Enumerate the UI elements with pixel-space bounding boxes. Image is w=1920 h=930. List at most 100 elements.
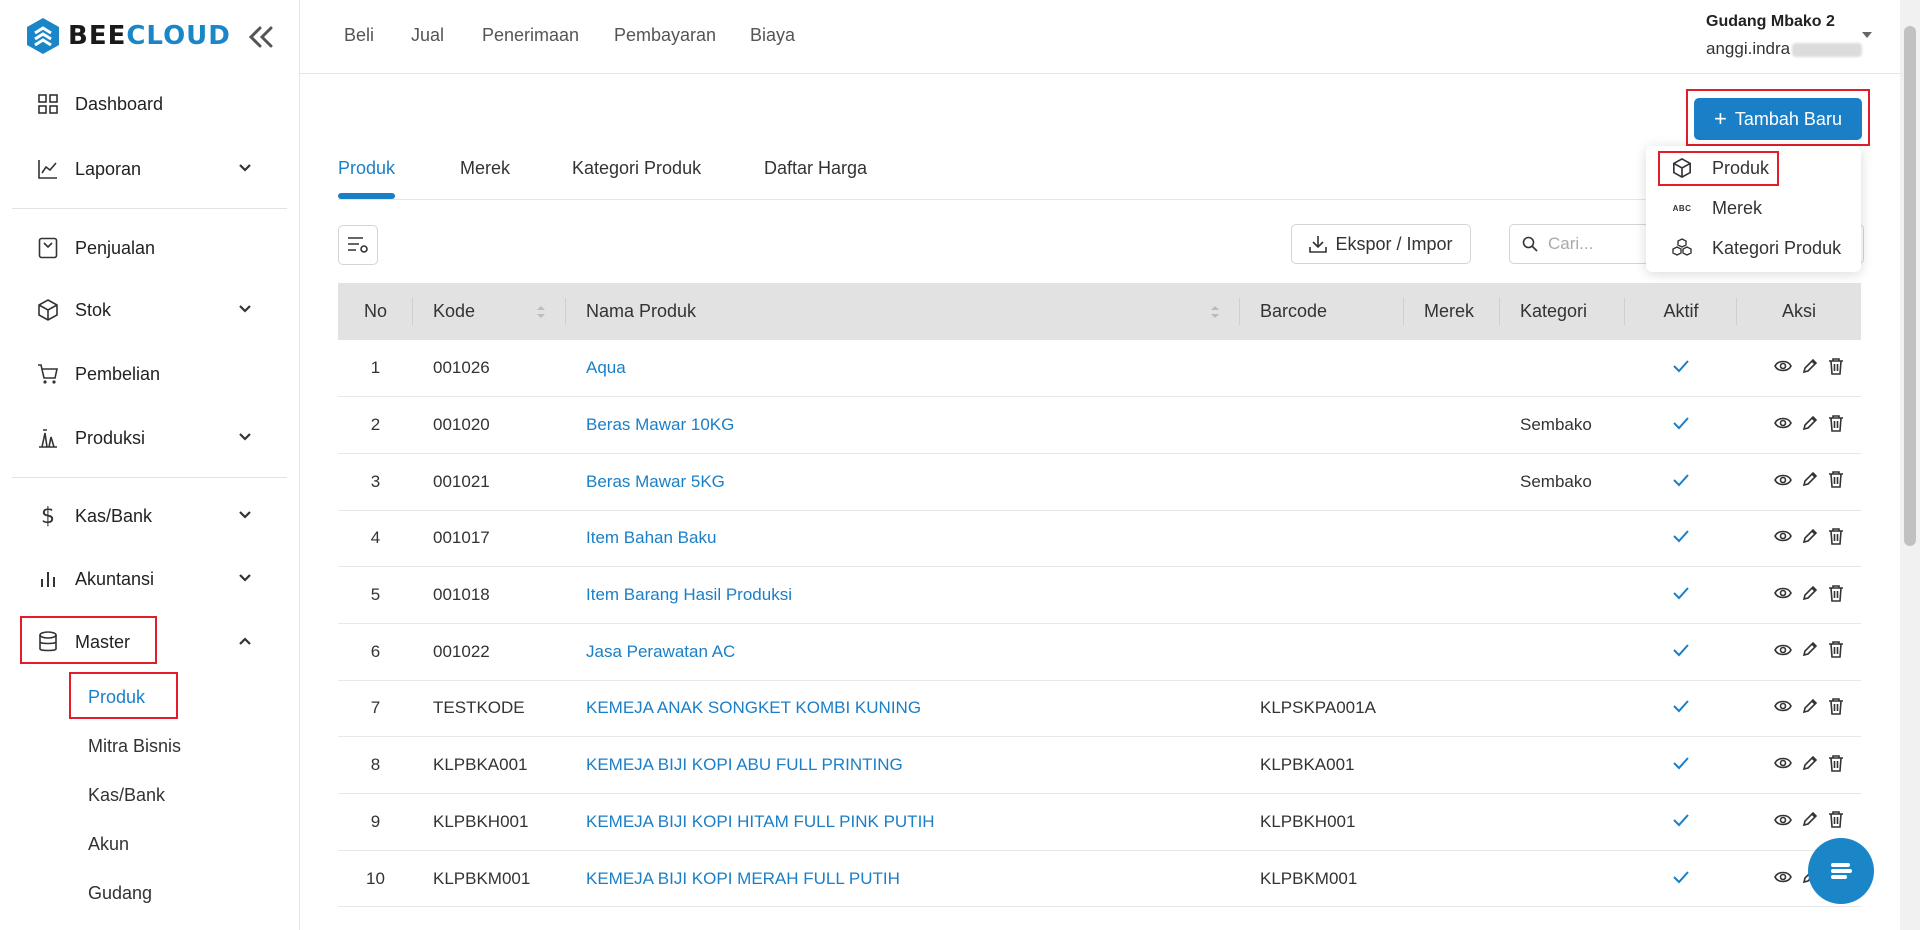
view-icon[interactable] — [1774, 642, 1792, 662]
cell-merek — [1404, 850, 1500, 907]
cell-merek — [1404, 567, 1500, 624]
user-email[interactable]: anggi.indra — [1706, 39, 1863, 59]
tab-daftar-harga[interactable]: Daftar Harga — [764, 158, 867, 179]
view-icon[interactable] — [1774, 698, 1792, 718]
edit-icon[interactable] — [1802, 585, 1818, 606]
chart-line-icon — [36, 157, 60, 181]
delete-icon[interactable] — [1828, 357, 1844, 380]
delete-icon[interactable] — [1828, 754, 1844, 777]
active-tab-indicator — [338, 193, 395, 199]
check-icon — [1672, 698, 1690, 717]
cell-no: 5 — [370, 585, 381, 605]
scrollbar-thumb[interactable] — [1904, 26, 1916, 546]
sidebar-item-pembelian[interactable]: Pembelian — [24, 349, 272, 399]
box-icon — [36, 298, 60, 322]
product-name-link[interactable]: Beras Mawar 5KG — [566, 453, 1240, 510]
sidebar-subitem-kas-bank[interactable]: Kas/Bank — [88, 785, 165, 806]
topnav-jual[interactable]: Jual — [411, 25, 444, 46]
collapse-sidebar-icon[interactable] — [246, 24, 276, 50]
sidebar-item-laporan[interactable]: Laporan — [24, 144, 272, 194]
sidebar-item-penjualan[interactable]: Penjualan — [24, 223, 272, 273]
delete-icon[interactable] — [1828, 640, 1844, 663]
table-row: 7 TESTKODE KEMEJA ANAK SONGKET KOMBI KUNIN… — [338, 680, 1861, 737]
sidebar-item-dashboard[interactable]: Dashboard — [24, 79, 272, 129]
delete-icon[interactable] — [1828, 414, 1844, 437]
edit-icon[interactable] — [1802, 471, 1818, 492]
product-name-link[interactable]: KEMEJA ANAK SONGKET KOMBI KUNING — [566, 680, 1240, 737]
edit-icon[interactable] — [1802, 755, 1818, 776]
table-row: 5 001018 Item Barang Hasil Produksi — [338, 567, 1861, 624]
delete-icon[interactable] — [1828, 527, 1844, 550]
product-name-link[interactable]: KEMEJA BIJI KOPI ABU FULL PRINTING — [566, 737, 1240, 794]
tab-merek[interactable]: Merek — [460, 158, 510, 179]
export-import-button[interactable]: Ekspor / Impor — [1291, 224, 1471, 264]
product-name-link[interactable]: Jasa Perawatan AC — [566, 623, 1240, 680]
sidebar-item-stok[interactable]: Stok — [24, 285, 272, 335]
edit-icon[interactable] — [1802, 528, 1818, 549]
header-nama-produk[interactable]: Nama Produk — [566, 283, 1240, 340]
cell-aktif — [1625, 623, 1737, 680]
edit-icon[interactable] — [1802, 415, 1818, 436]
sidebar-subitem-akun[interactable]: Akun — [88, 834, 129, 855]
check-icon — [1672, 755, 1690, 774]
edit-icon[interactable] — [1802, 641, 1818, 662]
view-icon[interactable] — [1774, 812, 1792, 832]
product-name-link[interactable]: Aqua — [566, 340, 1240, 397]
cell-no: 8 — [370, 755, 381, 775]
view-icon[interactable] — [1774, 472, 1792, 492]
products-table: No Kode Nama Produk Barcode Merek Katego… — [338, 283, 1861, 907]
warehouse-name[interactable]: Gudang Mbako 2 — [1706, 13, 1835, 31]
product-name-link[interactable]: KEMEJA BIJI KOPI HITAM FULL PINK PUTIH — [566, 794, 1240, 851]
caret-down-icon[interactable] — [1862, 32, 1872, 38]
brand-name: BEECLOUD — [68, 21, 231, 51]
sidebar-item-produksi[interactable]: Produksi — [24, 413, 272, 463]
chat-button[interactable] — [1808, 838, 1874, 904]
sidebar-subitem-mitra-bisnis[interactable]: Mitra Bisnis — [88, 736, 181, 757]
view-icon[interactable] — [1774, 528, 1792, 548]
edit-icon[interactable] — [1802, 698, 1818, 719]
highlight-box — [1658, 151, 1779, 186]
column-settings-button[interactable] — [338, 225, 378, 265]
tab-produk[interactable]: Produk — [338, 158, 395, 179]
cell-no: 6 — [370, 641, 381, 661]
delete-icon[interactable] — [1828, 470, 1844, 493]
delete-icon[interactable] — [1828, 810, 1844, 833]
cell-no: 3 — [370, 471, 381, 491]
view-icon[interactable] — [1774, 358, 1792, 378]
view-icon[interactable] — [1774, 869, 1792, 889]
delete-icon[interactable] — [1828, 697, 1844, 720]
cell-aksi — [1737, 453, 1861, 510]
topnav-beli[interactable]: Beli — [344, 25, 374, 46]
edit-icon[interactable] — [1802, 358, 1818, 379]
cell-barcode — [1240, 453, 1404, 510]
product-name-link[interactable]: Item Bahan Baku — [566, 510, 1240, 567]
cell-no: 10 — [366, 868, 385, 888]
cell-kategori — [1500, 510, 1625, 567]
product-name-link[interactable]: Item Barang Hasil Produksi — [566, 567, 1240, 624]
view-icon[interactable] — [1774, 755, 1792, 775]
product-name-link[interactable]: KEMEJA BIJI KOPI MERAH FULL PUTIH — [566, 850, 1240, 907]
topnav-pembayaran[interactable]: Pembayaran — [614, 25, 716, 46]
cell-kategori — [1500, 794, 1625, 851]
cell-kode: KLPBKH001 — [433, 811, 529, 831]
sidebar-subitem-gudang[interactable]: Gudang — [88, 883, 152, 904]
view-icon[interactable] — [1774, 585, 1792, 605]
header-kode[interactable]: Kode — [413, 283, 566, 340]
dropdown-item-merek[interactable]: ABC Merek — [1670, 193, 1762, 223]
cell-barcode — [1240, 510, 1404, 567]
topnav-penerimaan[interactable]: Penerimaan — [482, 25, 579, 46]
sidebar-item-akuntansi[interactable]: Akuntansi — [24, 554, 272, 604]
tab-kategori-produk[interactable]: Kategori Produk — [572, 158, 701, 179]
view-icon[interactable] — [1774, 415, 1792, 435]
product-name-link[interactable]: Beras Mawar 10KG — [566, 397, 1240, 454]
highlight-box — [1686, 89, 1870, 146]
check-icon — [1672, 869, 1690, 888]
dropdown-item-kategori-produk[interactable]: Kategori Produk — [1670, 233, 1841, 263]
sidebar-item-kas-bank[interactable]: $ Kas/Bank — [24, 491, 272, 541]
cell-kode: KLPBKA001 — [433, 755, 528, 775]
delete-icon[interactable] — [1828, 584, 1844, 607]
topnav-biaya[interactable]: Biaya — [750, 25, 795, 46]
edit-icon[interactable] — [1802, 811, 1818, 832]
cell-kode: TESTKODE — [433, 698, 525, 718]
bar-chart-icon — [36, 567, 60, 591]
